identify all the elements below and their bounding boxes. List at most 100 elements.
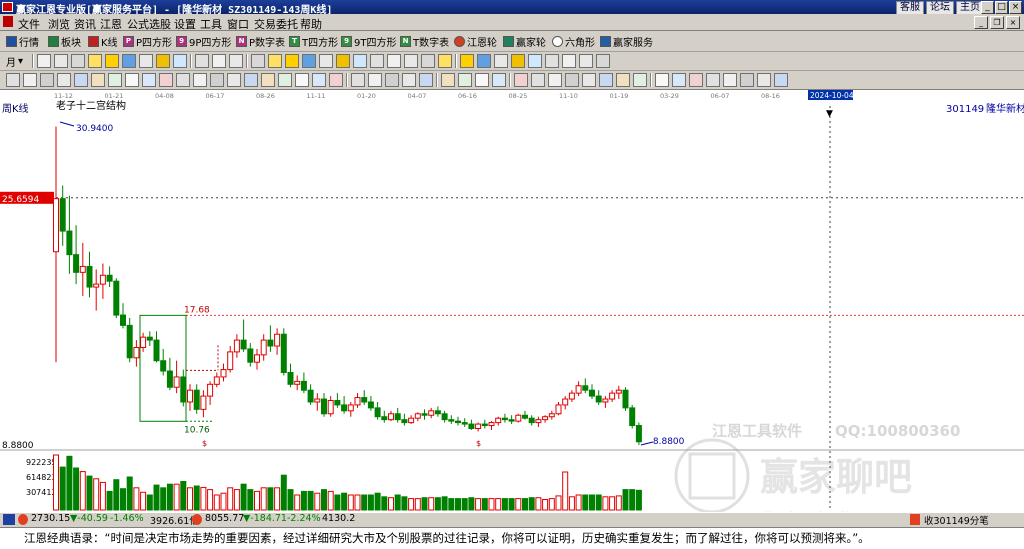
- menu-window[interactable]: 窗口: [227, 16, 249, 32]
- tool-button-tb3-35[interactable]: [616, 73, 630, 87]
- tool-button-tb3-28[interactable]: [492, 73, 506, 87]
- tool-button-tb3-24[interactable]: [419, 73, 433, 87]
- menu-trade[interactable]: 交易委托: [254, 16, 298, 32]
- tool-button-tb3-7[interactable]: [125, 73, 139, 87]
- tool-button-tb3-23[interactable]: [402, 73, 416, 87]
- tool-button-tb2-21[interactable]: [404, 54, 418, 68]
- tool-button-tb3-18[interactable]: [312, 73, 326, 87]
- toolbar-gann-wheel[interactable]: 江恩轮: [454, 34, 497, 49]
- toolbar-t-number[interactable]: N T数字表: [400, 34, 449, 49]
- menu-settings[interactable]: 设置: [174, 16, 196, 32]
- tool-button-tb2-20[interactable]: [387, 54, 401, 68]
- menu-file[interactable]: 文件: [18, 16, 40, 32]
- tool-button-tb3-43[interactable]: [757, 73, 771, 87]
- tool-button-tb2-31[interactable]: [579, 54, 593, 68]
- kline-chart[interactable]: 周K线 301149 隆华新材 老子十二宫结构江恩工具软件 QQ:100800360 赢家…: [0, 99, 1024, 526]
- tool-button-tb2-10[interactable]: [212, 54, 226, 68]
- mdi-close-button[interactable]: ×: [1006, 16, 1020, 29]
- tool-button-tb2-18[interactable]: [353, 54, 367, 68]
- tool-button-tb3-22[interactable]: [385, 73, 399, 87]
- tool-button-tb2-25[interactable]: [477, 54, 491, 68]
- tool-button-tb2-4[interactable]: [105, 54, 119, 68]
- tool-button-tb2-13[interactable]: [268, 54, 282, 68]
- tool-button-tb2-5[interactable]: [122, 54, 136, 68]
- tool-button-tb3-9[interactable]: [159, 73, 173, 87]
- toolbar-service[interactable]: 赢家服务: [600, 34, 653, 49]
- tool-button-tb3-26[interactable]: [458, 73, 472, 87]
- tool-button-tb3-31[interactable]: [548, 73, 562, 87]
- tool-button-tb3-16[interactable]: [278, 73, 292, 87]
- menu-gann[interactable]: 江恩: [100, 16, 122, 32]
- tool-button-tb3-2[interactable]: [40, 73, 54, 87]
- tool-button-tb3-20[interactable]: [351, 73, 365, 87]
- maximize-button[interactable]: □: [995, 1, 1008, 14]
- minimize-button[interactable]: _: [981, 1, 994, 14]
- tool-button-tb3-13[interactable]: [227, 73, 241, 87]
- tool-button-tb3-6[interactable]: [108, 73, 122, 87]
- tool-button-tb3-17[interactable]: [295, 73, 309, 87]
- toolbar-9t-square[interactable]: 9 9T四方形: [341, 34, 396, 49]
- tool-button-tb3-21[interactable]: [368, 73, 382, 87]
- toolbar-winner-wheel[interactable]: 赢家轮: [503, 34, 546, 49]
- tool-button-tb3-36[interactable]: [633, 73, 647, 87]
- tool-button-tb3-42[interactable]: [740, 73, 754, 87]
- tool-button-tb2-22[interactable]: [421, 54, 435, 68]
- close-button[interactable]: ×: [1009, 1, 1022, 14]
- tool-button-tb2-32[interactable]: [596, 54, 610, 68]
- tool-button-tb2-26[interactable]: [494, 54, 508, 68]
- tool-button-tb3-40[interactable]: [706, 73, 720, 87]
- menu-help[interactable]: 帮助: [300, 16, 322, 32]
- tool-button-tb3-0[interactable]: [6, 73, 20, 87]
- tool-button-tb3-39[interactable]: [689, 73, 703, 87]
- tool-button-tb2-2[interactable]: [71, 54, 85, 68]
- tool-button-tb2-24[interactable]: [460, 54, 474, 68]
- toolbar-kline[interactable]: K线: [88, 34, 118, 49]
- menu-news[interactable]: 资讯: [74, 16, 96, 32]
- tool-button-tb3-33[interactable]: [582, 73, 596, 87]
- toolbar-t-square[interactable]: T T四方形: [289, 34, 338, 49]
- toolbar-hexagon[interactable]: 六角形: [552, 34, 595, 49]
- tool-button-tb3-14[interactable]: [244, 73, 258, 87]
- tool-button-tb3-44[interactable]: [774, 73, 788, 87]
- tool-button-tb3-15[interactable]: [261, 73, 275, 87]
- tool-button-tb2-17[interactable]: [336, 54, 350, 68]
- tool-button-tb3-29[interactable]: [514, 73, 528, 87]
- tool-button-tb2-0[interactable]: [37, 54, 51, 68]
- tool-button-tb2-30[interactable]: [562, 54, 576, 68]
- tool-button-tb3-34[interactable]: [599, 73, 613, 87]
- tool-button-tb3-25[interactable]: [441, 73, 455, 87]
- tool-button-tb2-7[interactable]: [156, 54, 170, 68]
- mdi-minimize-button[interactable]: _: [974, 16, 988, 29]
- tool-button-tb2-6[interactable]: [139, 54, 153, 68]
- tool-button-tb3-1[interactable]: [23, 73, 37, 87]
- period-selector[interactable]: 月 ▾: [6, 54, 23, 69]
- tool-button-tb3-4[interactable]: [74, 73, 88, 87]
- tool-button-tb2-28[interactable]: [528, 54, 542, 68]
- tool-button-tb2-8[interactable]: [173, 54, 187, 68]
- tool-button-tb2-16[interactable]: [319, 54, 333, 68]
- tool-button-tb3-38[interactable]: [672, 73, 686, 87]
- tool-button-tb3-19[interactable]: [329, 73, 343, 87]
- link-service[interactable]: 客服: [896, 1, 924, 15]
- toolbar-p-number[interactable]: N P数字表: [236, 34, 285, 49]
- tool-button-tb2-3[interactable]: [88, 54, 102, 68]
- status-right[interactable]: 收301149分笔: [924, 513, 989, 527]
- tool-button-tb3-27[interactable]: [475, 73, 489, 87]
- tool-button-tb3-10[interactable]: [176, 73, 190, 87]
- tool-button-tb2-14[interactable]: [285, 54, 299, 68]
- tool-button-tb3-30[interactable]: [531, 73, 545, 87]
- tool-button-tb2-15[interactable]: [302, 54, 316, 68]
- toolbar-9p-square[interactable]: 9 9P四方形: [176, 34, 231, 49]
- tool-button-tb3-5[interactable]: [91, 73, 105, 87]
- link-home[interactable]: 主页: [956, 1, 984, 15]
- tool-button-tb3-3[interactable]: [57, 73, 71, 87]
- tool-button-tb3-41[interactable]: [723, 73, 737, 87]
- menu-formula[interactable]: 公式选股: [127, 16, 171, 32]
- toolbar-quote[interactable]: 行情: [6, 34, 39, 49]
- chart-area[interactable]: 周K线 301149 隆华新材 老子十二宫结构 江恩工具软件 QQ:100800360 赢家…: [0, 99, 1024, 526]
- tool-button-tb3-37[interactable]: [655, 73, 669, 87]
- tool-button-tb2-1[interactable]: [54, 54, 68, 68]
- tool-button-tb3-12[interactable]: [210, 73, 224, 87]
- menu-browse[interactable]: 浏览: [48, 16, 70, 32]
- tool-button-tb2-12[interactable]: [251, 54, 265, 68]
